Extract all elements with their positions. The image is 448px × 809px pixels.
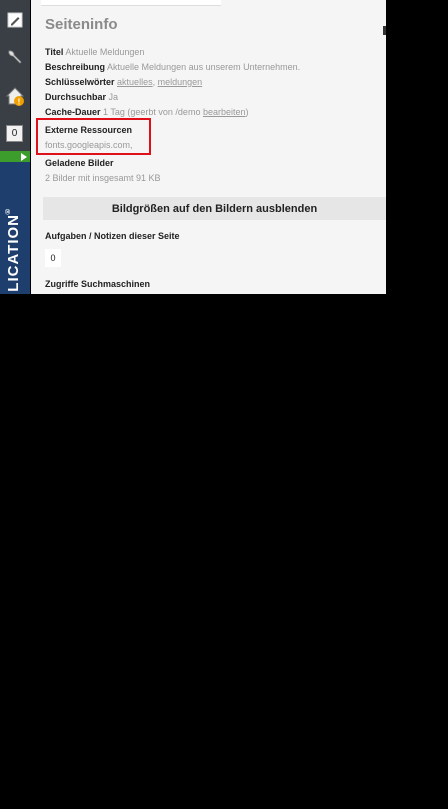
tasks-heading: Aufgaben / Notizen dieser Seite bbox=[45, 231, 180, 241]
cache-edit-link[interactable]: bearbeiten bbox=[203, 107, 246, 117]
left-toolbar: ! 0 LICATION® bbox=[0, 0, 30, 294]
keyword-link-aktuelles[interactable]: aktuelles bbox=[117, 77, 153, 87]
page-title: Seiteninfo bbox=[45, 16, 118, 33]
keyword-link-meldungen[interactable]: meldungen bbox=[158, 77, 203, 87]
info-row-titel: Titel Aktuelle Meldungen bbox=[45, 47, 145, 57]
brand-strip: LICATION® bbox=[0, 162, 30, 294]
pencil-icon[interactable] bbox=[3, 8, 27, 32]
loaded-images-heading: Geladene Bilder bbox=[45, 158, 114, 168]
highlight-box bbox=[36, 118, 151, 155]
brand-vertical-text: LICATION® bbox=[4, 206, 22, 292]
play-arrow-icon bbox=[21, 153, 27, 161]
page-info-panel: Seiteninfo Titel Aktuelle Meldungen Besc… bbox=[31, 0, 386, 294]
panel-top-tab bbox=[41, 0, 221, 6]
counter-badge[interactable]: 0 bbox=[6, 125, 23, 142]
panel-edge-mark bbox=[383, 26, 386, 35]
svg-text:!: ! bbox=[18, 98, 21, 107]
expand-bar[interactable] bbox=[0, 151, 30, 162]
info-row-keywords: Schlüsselwörter aktuelles, meldungen bbox=[45, 77, 203, 87]
info-row-durchsuchbar: Durchsuchbar Ja bbox=[45, 92, 119, 102]
search-engine-hits-heading: Zugriffe Suchmaschinen bbox=[45, 279, 151, 289]
wrench-icon[interactable] bbox=[3, 46, 27, 70]
loaded-images-value: 2 Bilder mit insgesamt 91 KB bbox=[45, 173, 161, 183]
info-row-beschreibung: Beschreibung Aktuelle Meldungen aus unse… bbox=[45, 62, 301, 72]
info-row-cache: Cache-Dauer 1 Tag (geerbt von /demo bear… bbox=[45, 107, 249, 117]
home-warning-icon[interactable]: ! bbox=[3, 84, 27, 108]
hide-image-sizes-button[interactable]: Bildgrößen auf den Bildern ausblenden bbox=[43, 197, 386, 220]
tasks-count[interactable]: 0 bbox=[45, 249, 61, 267]
